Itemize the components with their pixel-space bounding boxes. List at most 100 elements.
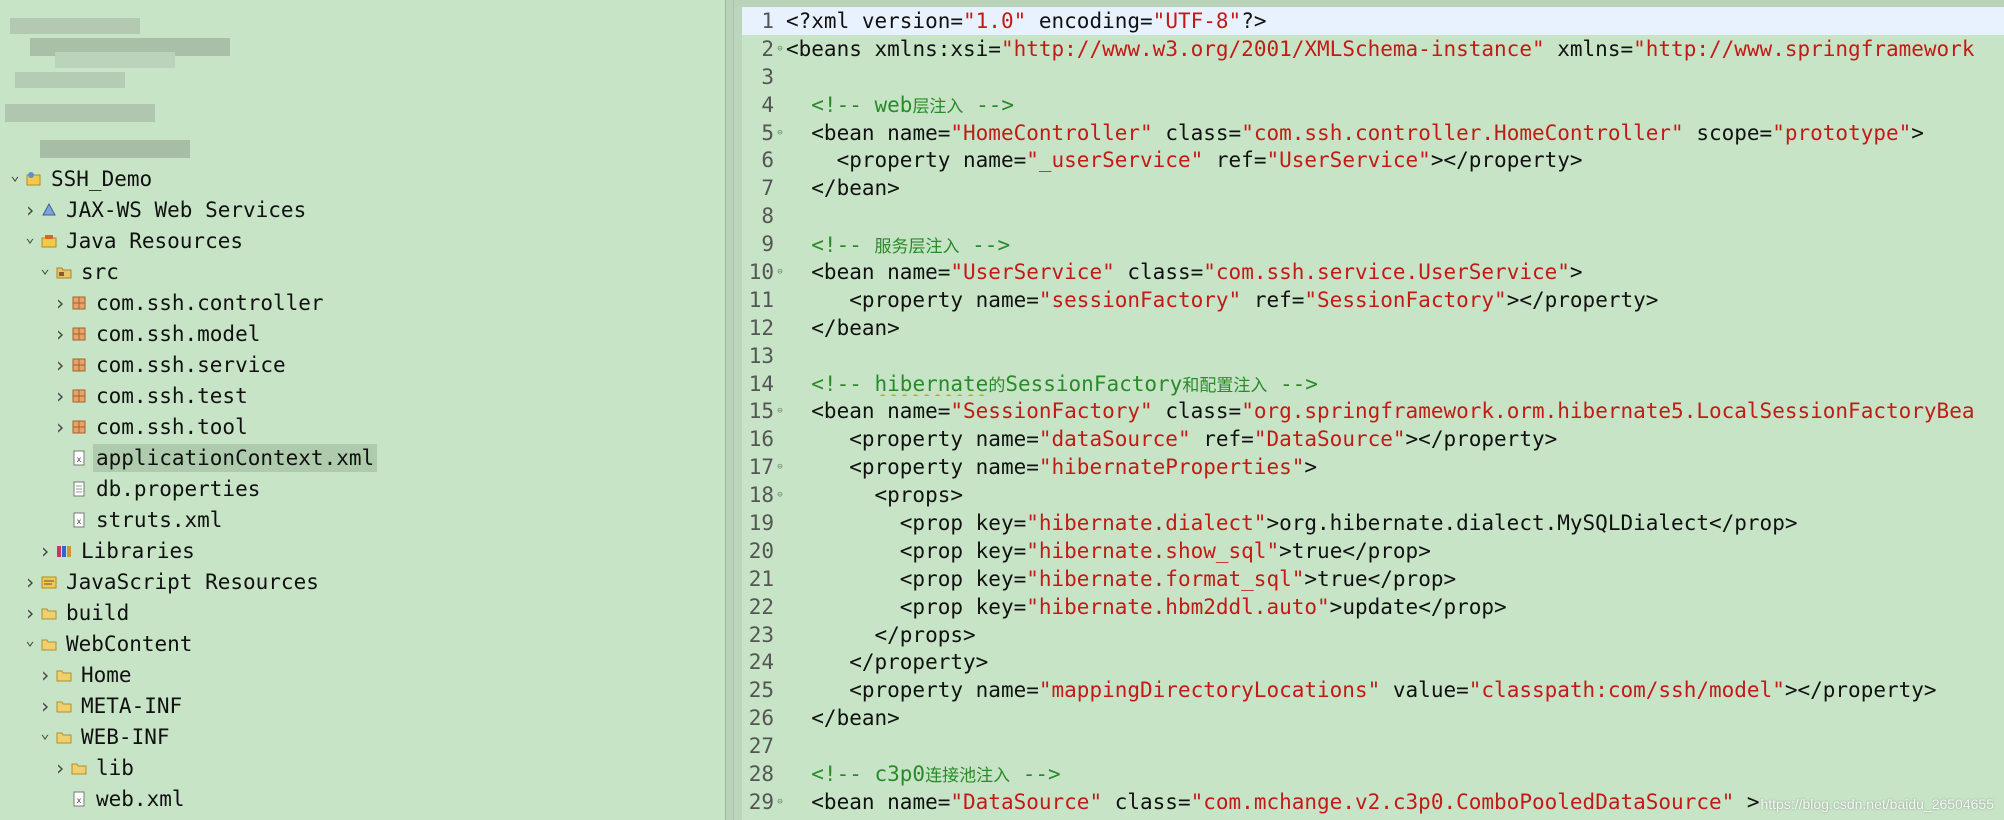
code-token: "com.ssh.controller.HomeController" (1241, 120, 1684, 145)
chevron-down-icon[interactable]: ⌄ (38, 252, 52, 283)
ide-window: ⌄ SSH_Demo › JAX-WS Web Services ⌄ Java Resou… (0, 0, 2004, 820)
tree-item-com-ssh-model[interactable]: › com.ssh.model (0, 318, 725, 349)
tree-item-com-ssh-controller[interactable]: › com.ssh.controller (0, 287, 725, 318)
chevron-down-icon[interactable]: ⌄ (38, 717, 52, 748)
java-resources-icon (39, 231, 59, 251)
line-number: 25 (748, 678, 774, 703)
fold-toggle-icon[interactable]: ⊖ (774, 406, 786, 416)
chevron-down-icon[interactable]: ⌄ (23, 624, 37, 655)
tree-item-applicationcontext-xml[interactable]: x applicationContext.xml (0, 442, 725, 473)
code-line[interactable]: 22 <prop key="hibernate.hbm2ddl.auto">up… (742, 593, 2004, 621)
tree-item-com-ssh-test[interactable]: › com.ssh.test (0, 380, 725, 411)
chevron-right-icon[interactable]: › (53, 380, 67, 411)
tree-item-src[interactable]: ⌄ src (0, 256, 725, 287)
chevron-right-icon[interactable]: › (53, 287, 67, 318)
tree-item-struts-xml[interactable]: x struts.xml (0, 504, 725, 535)
code-line[interactable]: 9 <!-- 服务层注入 --> (742, 230, 2004, 258)
tree-item-web-xml[interactable]: x web.xml (0, 783, 725, 814)
code-token: <bean (786, 120, 888, 145)
code-line[interactable]: 25 <property name="mappingDirectoryLocat… (742, 676, 2004, 704)
code-line[interactable]: 3 (742, 63, 2004, 91)
tree-item-com-ssh-tool[interactable]: › com.ssh.tool (0, 411, 725, 442)
code-line[interactable]: 19 <prop key="hibernate.dialect">org.hib… (742, 509, 2004, 537)
code-text: <?xml version="1.0" encoding="UTF-8"?> (786, 9, 2004, 33)
xml-editor[interactable]: 1 <?xml version="1.0" encoding="UTF-8"?> 2… (734, 0, 2004, 820)
tree-item-jax-ws-web-services[interactable]: › JAX-WS Web Services (0, 194, 725, 225)
fold-toggle-icon[interactable]: ⊖ (774, 44, 786, 54)
code-line[interactable]: 16 <property name="dataSource" ref="Data… (742, 425, 2004, 453)
tree-item-lib[interactable]: › lib (0, 752, 725, 783)
chevron-right-icon[interactable]: › (38, 659, 52, 690)
chevron-right-icon[interactable]: › (53, 349, 67, 380)
fold-toggle-icon[interactable]: ⊖ (774, 490, 786, 500)
folder-icon (39, 634, 59, 654)
tree-item-web-inf[interactable]: ⌄ WEB-INF (0, 721, 725, 752)
tree-item-label: WEB-INF (81, 724, 170, 749)
code-line[interactable]: 18 ⊖ <props> (742, 481, 2004, 509)
chevron-right-icon[interactable]: › (53, 411, 67, 442)
code-line[interactable]: 20 <prop key="hibernate.show_sql">true</… (742, 537, 2004, 565)
code-line[interactable]: 1 <?xml version="1.0" encoding="UTF-8"?> (742, 7, 2004, 35)
code-text: <bean name="HomeController" class="com.s… (786, 121, 2004, 145)
line-number: 26 (748, 706, 774, 731)
code-token: true (1317, 566, 1368, 591)
code-token: hibernate (874, 372, 989, 397)
code-line[interactable]: 11 <property name="sessionFactory" ref="… (742, 286, 2004, 314)
code-text: </bean> (786, 706, 2004, 730)
code-area[interactable]: 1 <?xml version="1.0" encoding="UTF-8"?> 2… (742, 7, 2004, 816)
fold-toggle-icon[interactable]: ⊖ (774, 797, 786, 807)
overview-ruler[interactable] (734, 7, 742, 820)
code-line[interactable]: 14 <!-- hibernate的SessionFactory和配置注入 --… (742, 370, 2004, 398)
tree-item-webcontent[interactable]: ⌄ WebContent (0, 628, 725, 659)
tree-item-meta-inf[interactable]: › META-INF (0, 690, 725, 721)
code-line[interactable]: 21 <prop key="hibernate.format_sql">true… (742, 565, 2004, 593)
fold-toggle-icon[interactable]: ⊖ (774, 267, 786, 277)
code-token: class= (1152, 120, 1242, 145)
code-token: name= (975, 287, 1039, 312)
package-icon (69, 293, 89, 313)
code-token: <bean (786, 399, 888, 424)
line-number: 5 (761, 120, 774, 145)
tree-item-java-resources[interactable]: ⌄ Java Resources (0, 225, 725, 256)
xml-file-icon: x (69, 789, 89, 809)
chevron-down-icon[interactable]: ⌄ (23, 221, 37, 252)
tree-item-libraries[interactable]: › Libraries (0, 535, 725, 566)
tree-item-ssh-demo[interactable]: ⌄ SSH_Demo (0, 163, 725, 194)
code-line[interactable]: 23 </props> (742, 621, 2004, 649)
tree-item-com-ssh-service[interactable]: › com.ssh.service (0, 349, 725, 380)
code-line[interactable]: 10 ⊖ <bean name="UserService" class="com.… (742, 258, 2004, 286)
tree-item-build[interactable]: › build (0, 597, 725, 628)
code-line[interactable]: 15 ⊖ <bean name="SessionFactory" class="o… (742, 397, 2004, 425)
code-line[interactable]: 2 ⊖ <beans xmlns:xsi="http://www.w3.org/20… (742, 35, 2004, 63)
code-token: SessionFactory (1005, 372, 1183, 397)
code-line[interactable]: 12 </bean> (742, 314, 2004, 342)
code-line[interactable]: 5 ⊖ <bean name="HomeController" class="co… (742, 119, 2004, 147)
code-line[interactable]: 24 </property> (742, 648, 2004, 676)
chevron-right-icon[interactable]: › (53, 752, 67, 783)
code-token: class= (1102, 789, 1191, 814)
code-line[interactable]: 17 ⊖ <property name="hibernateProperties"… (742, 453, 2004, 481)
code-line[interactable]: 7 </bean> (742, 174, 2004, 202)
code-line[interactable]: 28 <!-- c3p0连接池注入 --> (742, 760, 2004, 788)
fold-toggle-icon[interactable]: ⊖ (774, 128, 786, 138)
tree-item-label: Home (81, 662, 132, 687)
tree-item-home[interactable]: › Home (0, 659, 725, 690)
fold-toggle-icon[interactable]: ⊖ (774, 462, 786, 472)
pane-splitter[interactable] (725, 0, 734, 820)
code-token: <bean (786, 789, 888, 814)
chevron-right-icon[interactable]: › (38, 535, 52, 566)
chevron-right-icon[interactable]: › (53, 318, 67, 349)
tree-item-label: JavaScript Resources (66, 569, 319, 594)
chevron-down-icon[interactable]: ⌄ (8, 159, 22, 190)
code-line[interactable]: 8 (742, 202, 2004, 230)
code-line[interactable]: 27 (742, 732, 2004, 760)
code-line[interactable]: 4 <!-- web层注入 --> (742, 91, 2004, 119)
code-line[interactable]: 26 </bean> (742, 704, 2004, 732)
code-token: <property (786, 455, 976, 480)
code-token: "hibernate.hbm2ddl.auto" (1026, 594, 1330, 619)
code-line[interactable]: 6 <property name="_userService" ref="Use… (742, 146, 2004, 174)
code-line[interactable]: 13 (742, 342, 2004, 370)
chevron-right-icon[interactable]: › (23, 566, 37, 597)
tree-item-javascript-resources[interactable]: › JavaScript Resources (0, 566, 725, 597)
tree-item-db-properties[interactable]: db.properties (0, 473, 725, 504)
